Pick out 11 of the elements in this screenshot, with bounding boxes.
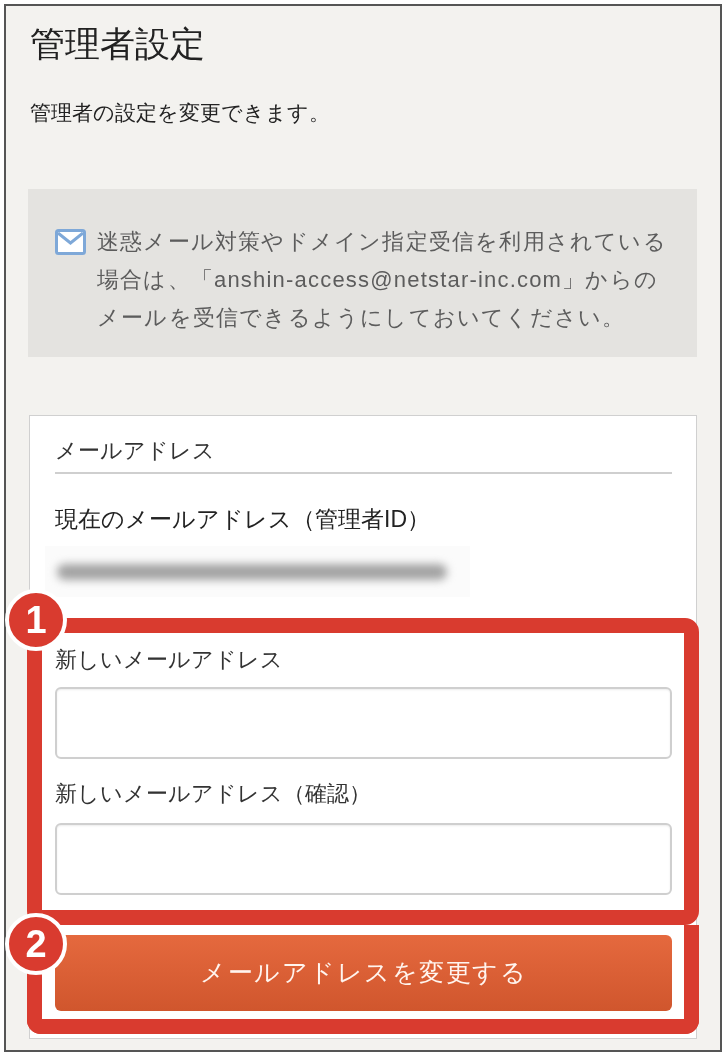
mail-icon [55,229,86,255]
input-field[interactable] [55,687,672,759]
input-field[interactable] [55,823,672,895]
section-heading: メールアドレス [55,435,672,474]
field-label: 新しいメールアドレス（確認） [55,780,372,808]
step-number-marker: 2 [5,913,67,975]
current-email-label: 現在のメールアドレス（管理者ID） [55,505,431,534]
change-email-button[interactable]: メールアドレスを変更する [55,935,672,1011]
page-description: 管理者の設定を変更できます。 [29,100,331,126]
notice-text: 迷惑メール対策やドメイン指定受信を利用されている場合は、「anshin-access@netstar-inc.com」からのメールを受信できるようにしておいてください。 [97,228,668,332]
page-title: 管理者設定 [29,23,206,65]
